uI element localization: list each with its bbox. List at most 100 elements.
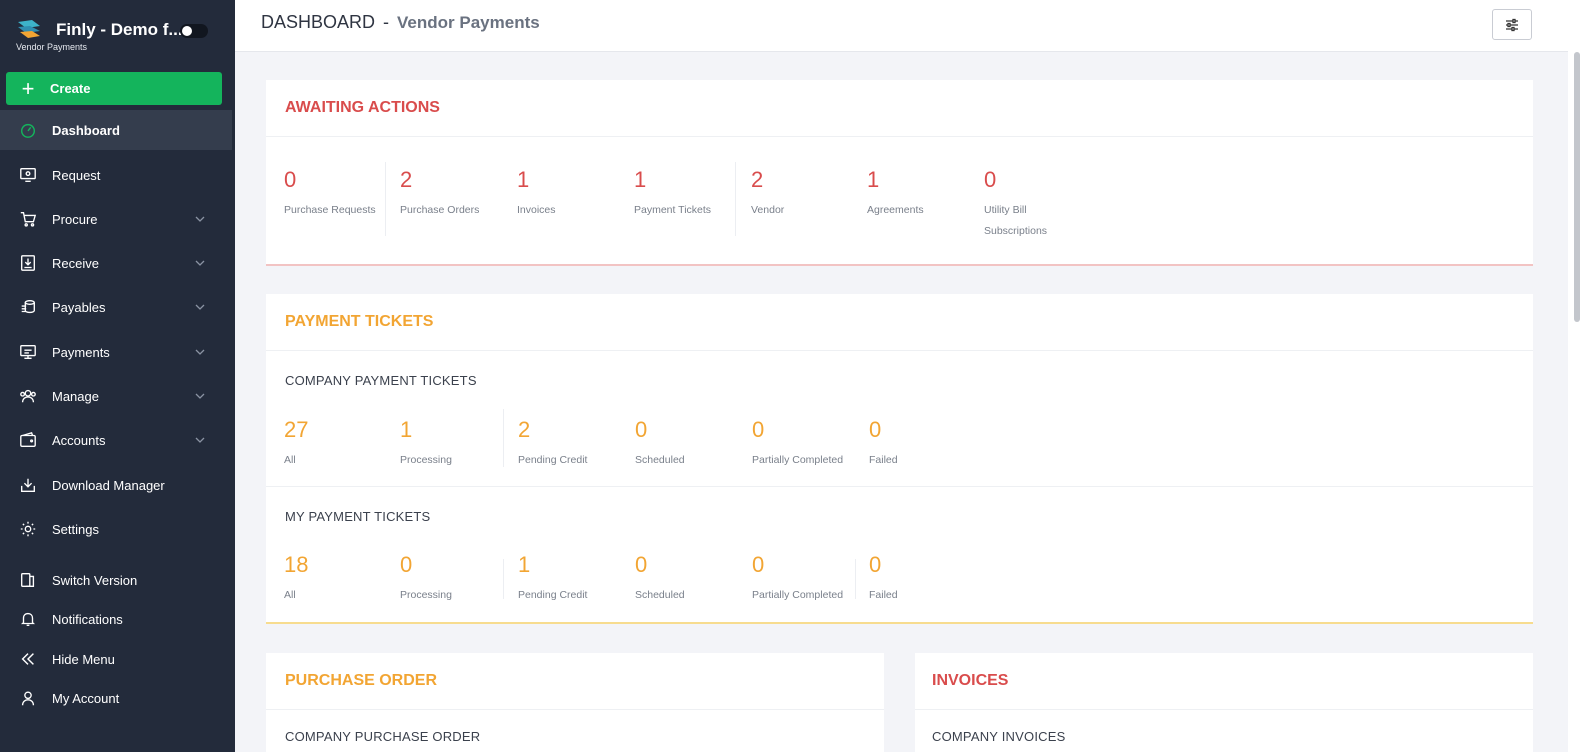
sidebar-item-label: Hide Menu [52,651,115,667]
awaiting-actions-title: AWAITING ACTIONS [266,80,1533,137]
stat-vendor[interactable]: 2 Vendor [751,168,784,221]
stat-value: 1 [518,552,531,577]
sidebar-item-download-manager[interactable]: Download Manager [0,465,232,505]
plus-icon: + [21,75,35,101]
sidebar-item-payables[interactable]: Payables [0,287,232,327]
create-label: Create [50,81,91,96]
stat-my-processing[interactable]: 0 Processing [400,553,452,606]
stat-utility-bill-subscriptions[interactable]: 0 Utility Bill Subscriptions [984,168,1064,242]
stat-label: Partially Completed [752,589,844,601]
sidebar-item-label: Download Manager [52,477,165,493]
sliders-icon [1506,18,1518,31]
stat-my-pending-credit[interactable]: 1 Pending Credit [518,553,587,606]
divider [503,559,504,599]
divider [503,409,504,467]
bell-icon [18,609,38,629]
payment-tickets-card: PAYMENT TICKETS COMPANY PAYMENT TICKETS … [266,294,1533,624]
company-payment-tickets-title: COMPANY PAYMENT TICKETS [285,373,477,388]
stat-value: 0 [635,552,648,577]
download-icon [18,475,38,495]
switch-icon [18,570,38,590]
stat-value: 0 [752,552,765,577]
sidebar-item-label: Request [52,167,101,183]
stat-label: Scheduled [635,589,685,601]
sidebar-item-label: Procure [52,211,98,227]
stat-my-all[interactable]: 18 All [284,553,308,606]
sidebar-item-label: Switch Version [52,572,138,588]
sidebar-item-manage[interactable]: Manage [0,376,232,416]
stat-label: Invoices [517,204,556,216]
sidebar: Finly - Demo f... Vendor Payments + Crea… [0,0,235,752]
purchase-order-title: PURCHASE ORDER [266,653,884,710]
sidebar-item-payments[interactable]: Payments [0,332,232,372]
stat-purchase-orders[interactable]: 2 Purchase Orders [400,168,479,221]
double-chevron-left-icon [18,649,38,669]
sidebar-item-switch-version[interactable]: Switch Version [0,560,232,600]
stat-company-processing[interactable]: 1 Processing [400,418,452,471]
sidebar-item-settings[interactable]: Settings [0,509,232,549]
stat-value: 1 [634,167,647,192]
sidebar-item-notifications[interactable]: Notifications [0,599,232,639]
scrollbar-track[interactable] [1568,0,1594,752]
cart-icon [18,209,38,229]
stat-label: Scheduled [635,454,685,466]
stat-value: 0 [635,417,648,442]
stat-value: 1 [517,167,530,192]
stat-company-failed[interactable]: 0 Failed [869,418,898,471]
filter-button[interactable] [1492,9,1532,40]
sidebar-item-label: Payables [52,299,106,315]
brand-toggle[interactable] [180,24,208,38]
stat-value: 1 [867,167,880,192]
invoices-card: INVOICES COMPANY INVOICES [915,653,1533,752]
page-title-sub: Vendor Payments [397,13,540,32]
stat-company-scheduled[interactable]: 0 Scheduled [635,418,685,471]
stat-label: Partially Completed [752,454,844,466]
invoices-title: INVOICES [915,653,1533,710]
header: DASHBOARD - Vendor Payments [235,0,1568,52]
sidebar-item-receive[interactable]: Receive [0,243,232,283]
awaiting-actions-card: AWAITING ACTIONS 0 Purchase Requests 2 P… [266,80,1533,266]
stat-payment-tickets[interactable]: 1 Payment Tickets [634,168,711,221]
sidebar-item-hide-menu[interactable]: Hide Menu [0,639,232,679]
stat-value: 2 [518,417,531,442]
stat-value: 2 [400,167,413,192]
sidebar-item-request[interactable]: Request [0,155,232,195]
stat-company-partially-completed[interactable]: 0 Partially Completed [752,418,843,471]
stat-label: Failed [869,454,898,466]
company-invoices-title: COMPANY INVOICES [932,729,1066,744]
purchase-order-card: PURCHASE ORDER COMPANY PURCHASE ORDER [266,653,884,752]
stat-company-all[interactable]: 27 All [284,418,308,471]
create-button[interactable]: + Create [6,72,222,105]
sidebar-item-label: Manage [52,388,99,404]
stat-agreements[interactable]: 1 Agreements [867,168,924,221]
company-purchase-order-title: COMPANY PURCHASE ORDER [285,729,481,744]
gear-icon [18,519,38,539]
sidebar-item-my-account[interactable]: My Account [0,678,232,718]
payment-tickets-title: PAYMENT TICKETS [266,294,1533,351]
request-icon [18,165,38,185]
user-icon [18,688,38,708]
brand[interactable]: Finly - Demo f... Vendor Payments [14,16,224,56]
sidebar-item-accounts[interactable]: Accounts [0,420,232,460]
stat-invoices[interactable]: 1 Invoices [517,168,556,221]
stat-my-partially-completed[interactable]: 0 Partially Completed [752,553,843,606]
stat-my-failed[interactable]: 0 Failed [869,553,898,606]
scrollbar-thumb[interactable] [1574,52,1580,322]
stat-purchase-requests[interactable]: 0 Purchase Requests [284,168,376,221]
stat-value: 2 [751,167,764,192]
stat-value: 0 [869,417,882,442]
chevron-down-icon [195,393,205,399]
stat-value: 18 [284,552,309,577]
chevron-down-icon [195,216,205,222]
sidebar-item-dashboard[interactable]: Dashboard [0,110,232,150]
stat-value: 0 [984,167,997,192]
stat-label: Processing [400,454,452,466]
my-payment-tickets-title: MY PAYMENT TICKETS [285,509,431,524]
users-icon [18,386,38,406]
stat-company-pending-credit[interactable]: 2 Pending Credit [518,418,587,471]
divider [855,559,856,599]
sidebar-item-label: Payments [52,344,110,360]
receive-icon [18,253,38,273]
sidebar-item-procure[interactable]: Procure [0,199,232,239]
stat-my-scheduled[interactable]: 0 Scheduled [635,553,685,606]
